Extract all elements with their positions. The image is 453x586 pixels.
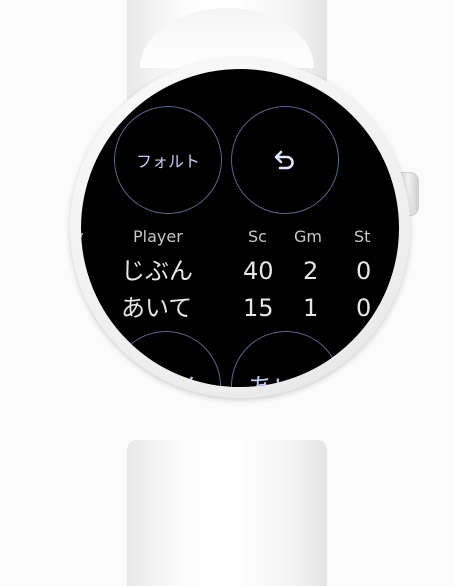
row-1-player: じぶん (121, 257, 193, 285)
row-2-games: 1 (303, 294, 319, 322)
row-2-score: 15 (243, 294, 274, 322)
undo-button[interactable] (231, 106, 339, 214)
header-games: Gm (294, 227, 322, 246)
row-1-sets: 0 (356, 257, 372, 285)
point-me-label: じぶん (127, 368, 205, 388)
header-sets: St (354, 227, 371, 246)
watch-strap-bottom (127, 440, 327, 586)
header-score: Sc (248, 227, 267, 246)
point-opponent-button[interactable]: あいて (231, 331, 341, 387)
fault-button[interactable]: フォルト (114, 106, 222, 214)
row-1-games: 2 (303, 257, 319, 285)
row-2-sets: 0 (356, 294, 372, 322)
point-opponent-label: あいて (247, 368, 324, 388)
header-player: Player (133, 227, 183, 246)
point-me-button[interactable]: じぶん (111, 331, 221, 387)
undo-icon (274, 150, 294, 170)
watch-screen: フォルト Sv Player Sc Gm St じぶん 40 2 0 あいて 1… (81, 69, 399, 387)
row-1-score: 40 (243, 257, 274, 285)
row-2-player: あいて (121, 294, 193, 322)
fault-button-label: フォルト (135, 152, 200, 171)
header-serve: Sv (81, 227, 84, 246)
